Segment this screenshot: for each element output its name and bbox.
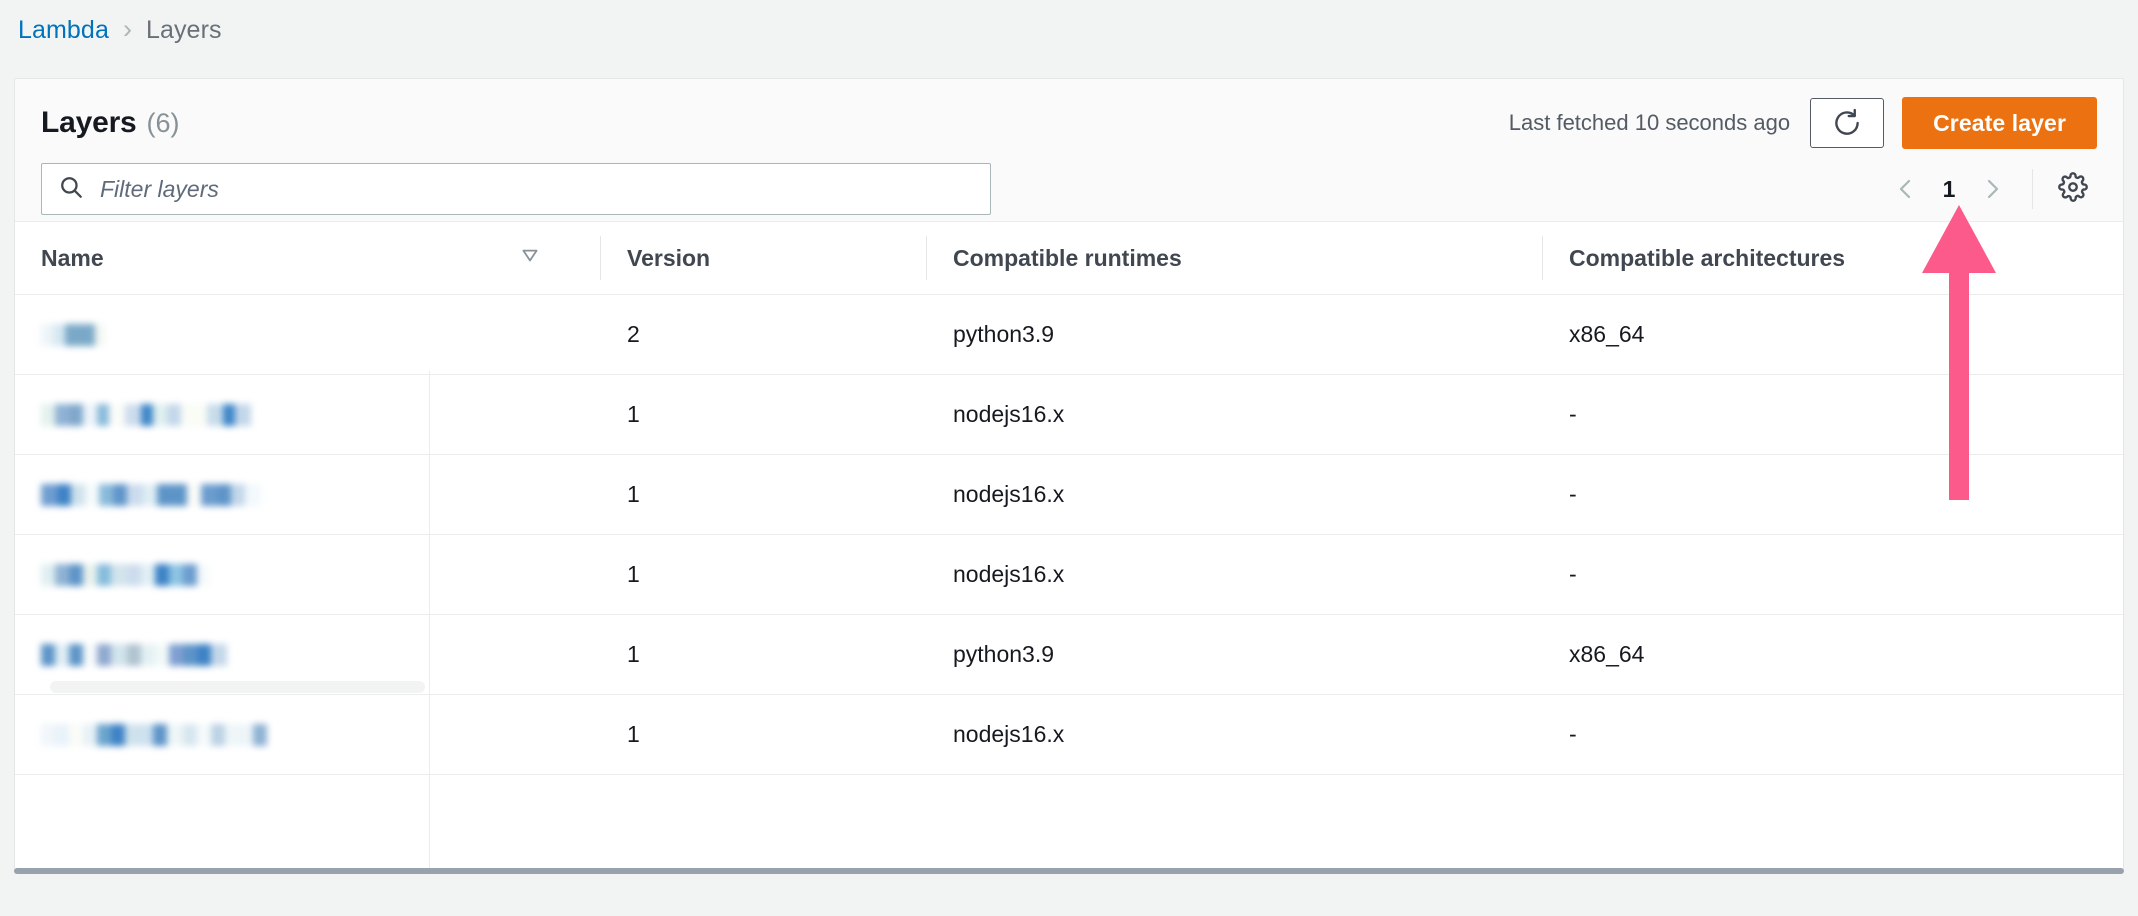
- refresh-icon: [1832, 108, 1862, 138]
- cell-architectures: -: [1543, 695, 2124, 775]
- table-row[interactable]: 1 nodejs16.x -: [15, 695, 2124, 775]
- create-layer-button[interactable]: Create layer: [1902, 97, 2097, 149]
- cell-runtimes: python3.9: [927, 295, 1543, 375]
- cell-layer-name[interactable]: [15, 695, 601, 775]
- redacted-layer-name: [41, 562, 601, 588]
- column-header-architectures: Compatible architectures: [1543, 222, 2124, 295]
- last-fetched-text: Last fetched 10 seconds ago: [1509, 110, 1790, 136]
- cell-layer-name[interactable]: [15, 535, 601, 615]
- table-preferences-button[interactable]: [2049, 165, 2097, 213]
- cell-architectures: -: [1543, 375, 2124, 455]
- sticky-column-divider: [429, 371, 430, 870]
- breadcrumb: Lambda › Layers: [18, 8, 222, 52]
- table-row[interactable]: 2 python3.9 x86_64: [15, 295, 2124, 375]
- cell-layer-name[interactable]: [15, 455, 601, 535]
- page-title-text: Layers: [41, 106, 137, 140]
- table-head: Name Version Compatible runtimes: [15, 222, 2124, 295]
- previous-page-button[interactable]: [1882, 165, 1930, 213]
- table-header-row: Name Version Compatible runtimes: [15, 222, 2124, 295]
- panel-header-actions: Last fetched 10 seconds ago Create layer: [1509, 97, 2097, 149]
- page-title: Layers (6): [41, 106, 180, 140]
- gear-icon: [2058, 172, 2088, 207]
- cell-version: 1: [601, 695, 927, 775]
- breadcrumb-link-lambda[interactable]: Lambda: [18, 16, 109, 45]
- breadcrumb-separator-icon: ›: [123, 16, 132, 43]
- table-row[interactable]: 1 nodejs16.x -: [15, 455, 2124, 535]
- redacted-layer-name: [41, 322, 601, 348]
- cell-architectures: -: [1543, 535, 2124, 615]
- column-header-name[interactable]: Name: [15, 222, 601, 295]
- search-input[interactable]: [98, 175, 974, 204]
- cell-version: 1: [601, 615, 927, 695]
- panel-header-top-row: Layers (6) Last fetched 10 seconds ago C…: [15, 79, 2123, 149]
- cell-version: 2: [601, 295, 927, 375]
- pagination: 1: [1882, 165, 2097, 213]
- pagination-divider: [2032, 169, 2033, 209]
- next-page-button[interactable]: [1968, 165, 2016, 213]
- name-column-scrollbar[interactable]: [50, 681, 425, 693]
- column-header-architectures-label: Compatible architectures: [1569, 245, 1845, 271]
- cell-runtimes: nodejs16.x: [927, 455, 1543, 535]
- sort-descending-icon: [519, 244, 541, 272]
- redacted-layer-name: [41, 482, 601, 508]
- layers-panel: Layers (6) Last fetched 10 seconds ago C…: [14, 78, 2124, 870]
- cell-version: 1: [601, 535, 927, 615]
- panel-header: Layers (6) Last fetched 10 seconds ago C…: [15, 79, 2123, 222]
- refresh-button[interactable]: [1810, 98, 1884, 148]
- cell-layer-name[interactable]: [15, 295, 601, 375]
- column-header-name-label: Name: [41, 245, 104, 272]
- cell-runtimes: python3.9: [927, 615, 1543, 695]
- create-layer-label: Create layer: [1933, 110, 2066, 137]
- cell-architectures: -: [1543, 455, 2124, 535]
- redacted-layer-name: [41, 722, 601, 748]
- column-header-runtimes-label: Compatible runtimes: [953, 245, 1182, 271]
- cell-version: 1: [601, 375, 927, 455]
- current-page-number[interactable]: 1: [1934, 176, 1964, 203]
- table-row[interactable]: 1 nodejs16.x -: [15, 535, 2124, 615]
- cell-architectures: x86_64: [1543, 295, 2124, 375]
- column-header-version: Version: [601, 222, 927, 295]
- cell-architectures: x86_64: [1543, 615, 2124, 695]
- column-header-version-label: Version: [627, 245, 710, 271]
- filter-layers-box[interactable]: [41, 163, 991, 215]
- cell-runtimes: nodejs16.x: [927, 535, 1543, 615]
- redacted-layer-name: [41, 402, 601, 428]
- table-horizontal-scrollbar[interactable]: [14, 868, 2124, 874]
- panel-filter-row: 1: [15, 149, 2123, 215]
- table-row[interactable]: 1 nodejs16.x -: [15, 375, 2124, 455]
- layers-count: (6): [147, 108, 180, 139]
- cell-version: 1: [601, 455, 927, 535]
- breadcrumb-current-layers: Layers: [146, 16, 222, 45]
- redacted-layer-name: [41, 642, 601, 668]
- column-header-runtimes: Compatible runtimes: [927, 222, 1543, 295]
- cell-runtimes: nodejs16.x: [927, 695, 1543, 775]
- search-icon: [58, 174, 84, 205]
- cell-runtimes: nodejs16.x: [927, 375, 1543, 455]
- table-body: 2 python3.9 x86_64: [15, 295, 2124, 775]
- cell-layer-name[interactable]: [15, 375, 601, 455]
